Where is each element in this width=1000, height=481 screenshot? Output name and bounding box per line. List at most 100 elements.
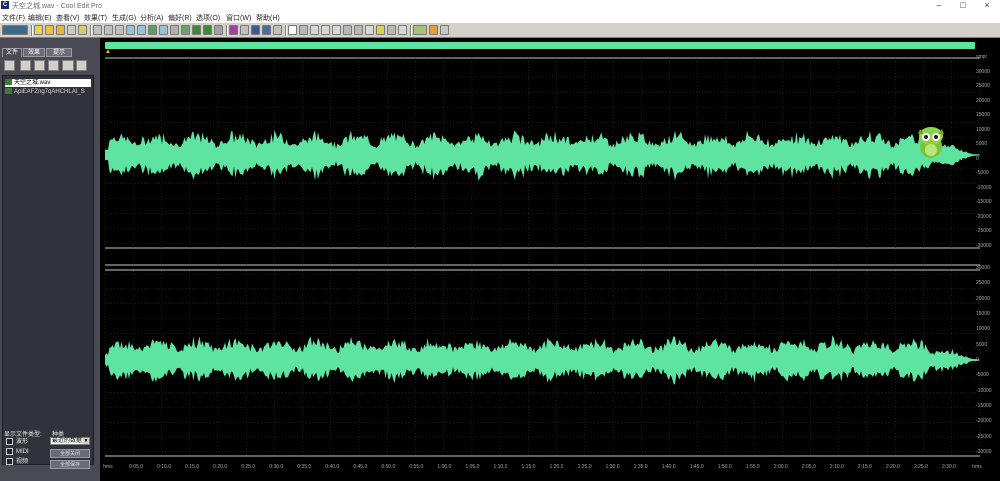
save-file-icon[interactable] bbox=[56, 25, 65, 35]
trim-icon[interactable] bbox=[181, 25, 190, 35]
loop-icon[interactable] bbox=[398, 25, 407, 35]
zoom-selection-icon[interactable] bbox=[332, 25, 341, 35]
repeat-icon[interactable] bbox=[115, 25, 124, 35]
time-tick-label: 2:00.0 bbox=[773, 464, 788, 470]
file-name: ApiEAFZng7qAHCHLAI_S bbox=[14, 89, 85, 95]
multitrack-toggle-button[interactable] bbox=[2, 25, 28, 35]
delete-silence-icon[interactable] bbox=[192, 25, 201, 35]
zoom-full-icon[interactable] bbox=[365, 25, 374, 35]
display-types-label: 显示文件类型: bbox=[4, 432, 42, 438]
edit-file-icon[interactable] bbox=[48, 60, 59, 71]
list-item[interactable]: ApiEAFZng7qAHCHLAI_S bbox=[5, 88, 85, 96]
append-file-icon[interactable] bbox=[78, 25, 87, 35]
save-all-button[interactable]: 全部保存 bbox=[50, 460, 90, 469]
insert-file-icon[interactable] bbox=[34, 60, 45, 71]
amplitude-scale-label: 30000 bbox=[976, 265, 990, 271]
close-file-icon[interactable] bbox=[20, 60, 31, 71]
view-both-icon[interactable] bbox=[321, 25, 330, 35]
time-tick-label: 2:15.0 bbox=[857, 464, 872, 470]
time-tick-label: hms bbox=[103, 464, 113, 470]
waveform-canvas[interactable] bbox=[100, 38, 1000, 481]
file-filter-panel: 显示文件类型: 种类 波形 MIDI 视频 最近的数据 ▼ 全部关闭 全部保存 bbox=[0, 428, 100, 481]
type-waveform-checkbox[interactable]: 波形 bbox=[6, 438, 28, 446]
right-channel-waveform[interactable] bbox=[105, 335, 980, 385]
time-tick-label: 1:40.0 bbox=[661, 464, 676, 470]
time-tick-label: 1:50.0 bbox=[717, 464, 732, 470]
time-tick-label: 1:15.0 bbox=[521, 464, 536, 470]
close-button[interactable]: × bbox=[976, 0, 998, 12]
paste-new-icon[interactable] bbox=[159, 25, 168, 35]
favorites-icon[interactable] bbox=[413, 25, 427, 35]
open-file-icon[interactable] bbox=[4, 60, 15, 71]
type-label: MIDI bbox=[16, 449, 29, 456]
zoom-out-icon[interactable] bbox=[354, 25, 363, 35]
amplitude-scale-label: -25000 bbox=[976, 433, 992, 440]
waveform-view-icon[interactable] bbox=[240, 25, 249, 35]
checkbox-icon bbox=[6, 438, 13, 445]
left-channel-waveform[interactable] bbox=[105, 129, 980, 181]
cut-icon[interactable] bbox=[137, 25, 146, 35]
time-tick-label: 1:20.0 bbox=[549, 464, 564, 470]
type-midi-checkbox[interactable]: MIDI bbox=[6, 448, 29, 456]
play-list-icon[interactable] bbox=[262, 25, 271, 35]
app-icon: C bbox=[1, 1, 9, 9]
maximize-button[interactable]: □ bbox=[952, 0, 974, 12]
amplitude-scale-label: -30000 bbox=[976, 449, 992, 455]
amplitude-scale-label: -25000 bbox=[976, 228, 992, 235]
amplitude-scale-label: 15000 bbox=[976, 112, 990, 119]
spectral-view-icon[interactable] bbox=[229, 25, 238, 35]
time-tick-label: 0:45.0 bbox=[353, 464, 368, 470]
mix-paste-icon[interactable] bbox=[170, 25, 179, 35]
copy-icon[interactable] bbox=[126, 25, 135, 35]
close-all-button[interactable]: 全部关闭 bbox=[50, 449, 90, 458]
tab-files[interactable]: 文件 bbox=[2, 48, 22, 57]
find-beats-icon[interactable] bbox=[214, 25, 223, 35]
new-file-icon[interactable] bbox=[34, 25, 43, 35]
time-tick-label: 0:10.0 bbox=[157, 464, 172, 470]
minimize-button[interactable]: – bbox=[928, 0, 950, 12]
checkbox-icon bbox=[6, 458, 13, 465]
time-tick-label: 0:35.0 bbox=[297, 464, 312, 470]
waveform-display[interactable]: ▲ smpl 30000 25000 20000 15000 10000 5000 0 -500… bbox=[100, 38, 1000, 481]
amplitude-scale-label: -20000 bbox=[976, 418, 992, 425]
amplitude-scale-label: -10000 bbox=[976, 184, 992, 191]
autoplay-icon[interactable] bbox=[76, 60, 87, 71]
open-file-icon[interactable] bbox=[45, 25, 54, 35]
view-left-icon[interactable] bbox=[299, 25, 308, 35]
metronome-icon[interactable] bbox=[387, 25, 396, 35]
time-tick-label: 0:30.0 bbox=[269, 464, 284, 470]
title-bar: C 天空之城.wav - Cool Edit Pro – □ × bbox=[0, 0, 1000, 12]
view-full-icon[interactable] bbox=[288, 25, 297, 35]
type-video-checkbox[interactable]: 视频 bbox=[6, 458, 28, 466]
play-file-icon[interactable] bbox=[62, 60, 74, 71]
time-tick-label: 2:20.0 bbox=[885, 464, 900, 470]
time-tick-label: 0:50.0 bbox=[381, 464, 396, 470]
close-file-icon[interactable] bbox=[67, 25, 76, 35]
amplitude-scale-label: -5000 bbox=[976, 372, 989, 379]
organizer-panel: 文件 效果 提示 天空之城.wav ApiEAFZng7qAHCHLAI_S 显… bbox=[0, 38, 100, 481]
batch-icon[interactable] bbox=[429, 25, 438, 35]
amplitude-scale-label: 25000 bbox=[976, 280, 990, 287]
time-tick-label: 0:20.0 bbox=[213, 464, 228, 470]
tab-cues[interactable]: 提示 bbox=[46, 48, 72, 57]
paste-icon[interactable] bbox=[148, 25, 157, 35]
undo-icon[interactable] bbox=[93, 25, 102, 35]
list-item[interactable]: 天空之城.wav bbox=[5, 79, 91, 87]
amplitude-scale-label: 0 bbox=[976, 357, 979, 363]
info-icon[interactable] bbox=[273, 25, 282, 35]
type-label: 波形 bbox=[16, 439, 29, 446]
mute-icon[interactable] bbox=[203, 25, 212, 35]
record-settings-icon[interactable] bbox=[376, 25, 385, 35]
wave-file-icon bbox=[5, 88, 12, 95]
tab-effects[interactable]: 效果 bbox=[23, 48, 45, 57]
time-tick-label: 0:55.0 bbox=[409, 464, 424, 470]
sort-select[interactable]: 最近的数据 ▼ bbox=[50, 437, 90, 445]
file-name: 天空之城.wav bbox=[14, 80, 51, 86]
redo-icon[interactable] bbox=[104, 25, 113, 35]
toolbar bbox=[0, 22, 1000, 38]
zoom-in-icon[interactable] bbox=[343, 25, 352, 35]
cue-list-icon[interactable] bbox=[251, 25, 260, 35]
script-icon[interactable] bbox=[440, 25, 449, 35]
time-tick-label: 1:45.0 bbox=[689, 464, 704, 470]
view-right-icon[interactable] bbox=[310, 25, 319, 35]
